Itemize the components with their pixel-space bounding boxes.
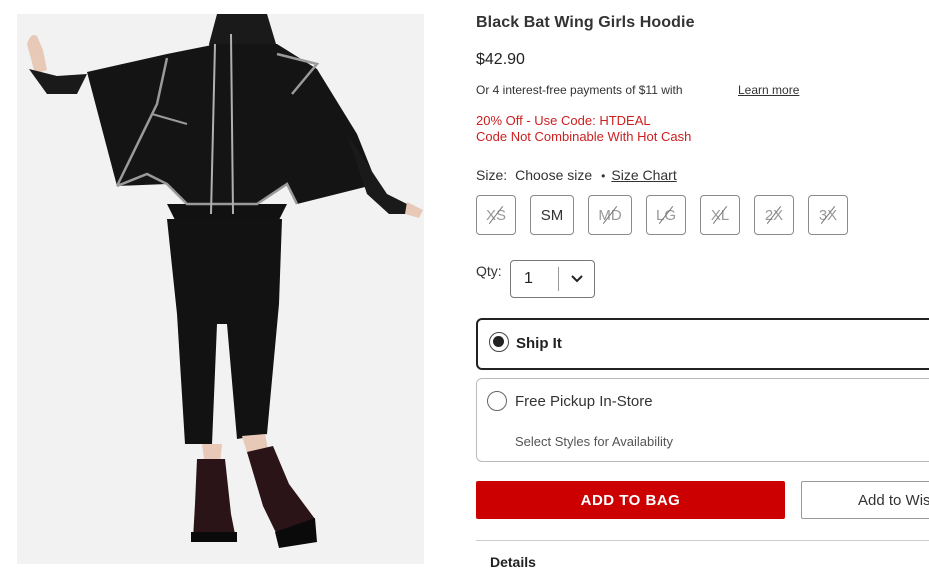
quantity-value: 1	[524, 270, 533, 287]
size-option-2x[interactable]: 2X	[754, 195, 794, 235]
size-option-sm[interactable]: SM	[530, 195, 574, 235]
size-label: Size:	[476, 167, 508, 183]
quantity-select[interactable]: 1	[510, 260, 595, 298]
add-to-bag-button[interactable]: ADD TO BAG	[476, 481, 785, 519]
size-chart-link[interactable]: Size Chart	[611, 167, 676, 183]
pickup-availability-text: Select Styles for Availability	[515, 434, 673, 449]
product-image[interactable]	[17, 14, 424, 564]
size-option-3x[interactable]: 3X	[808, 195, 848, 235]
size-selection-status: Choose size	[515, 167, 593, 183]
section-divider	[476, 540, 929, 541]
product-title: Black Bat Wing Girls Hoodie	[476, 14, 695, 31]
pickup-label: Free Pickup In-Store	[515, 393, 653, 410]
promo-code-text: 20% Off - Use Code: HTDEAL	[476, 113, 651, 128]
size-option-xs[interactable]: XS	[476, 195, 516, 235]
hoodie-model-illustration	[17, 14, 424, 564]
pickup-radio[interactable]	[487, 391, 507, 411]
ship-it-label: Ship It	[516, 335, 562, 352]
promo-disclaimer-text: Code Not Combinable With Hot Cash	[476, 129, 692, 144]
chevron-down-icon	[571, 275, 583, 283]
product-price: $42.90	[476, 51, 525, 68]
ship-it-radio[interactable]	[489, 332, 509, 352]
quantity-label: Qty:	[476, 263, 502, 279]
details-section-toggle[interactable]: Details	[490, 554, 536, 570]
size-option-lg[interactable]: LG	[646, 195, 686, 235]
pickup-in-store-option[interactable]: Free Pickup In-Store Select Styles for A…	[476, 378, 929, 462]
learn-more-link[interactable]: Learn more	[738, 83, 799, 97]
size-separator: •	[601, 169, 606, 183]
quantity-divider	[558, 267, 559, 291]
size-header: Size: Choose size • Size Chart	[476, 167, 677, 183]
ship-it-option[interactable]: Ship It	[476, 318, 929, 370]
size-options: XS SM MD LG XL 2X 3X	[476, 195, 848, 235]
size-option-xl[interactable]: XL	[700, 195, 740, 235]
installments-text: Or 4 interest-free payments of $11 with	[476, 83, 683, 97]
add-to-wishlist-button[interactable]: Add to Wishlist	[801, 481, 929, 519]
size-option-md[interactable]: MD	[588, 195, 632, 235]
